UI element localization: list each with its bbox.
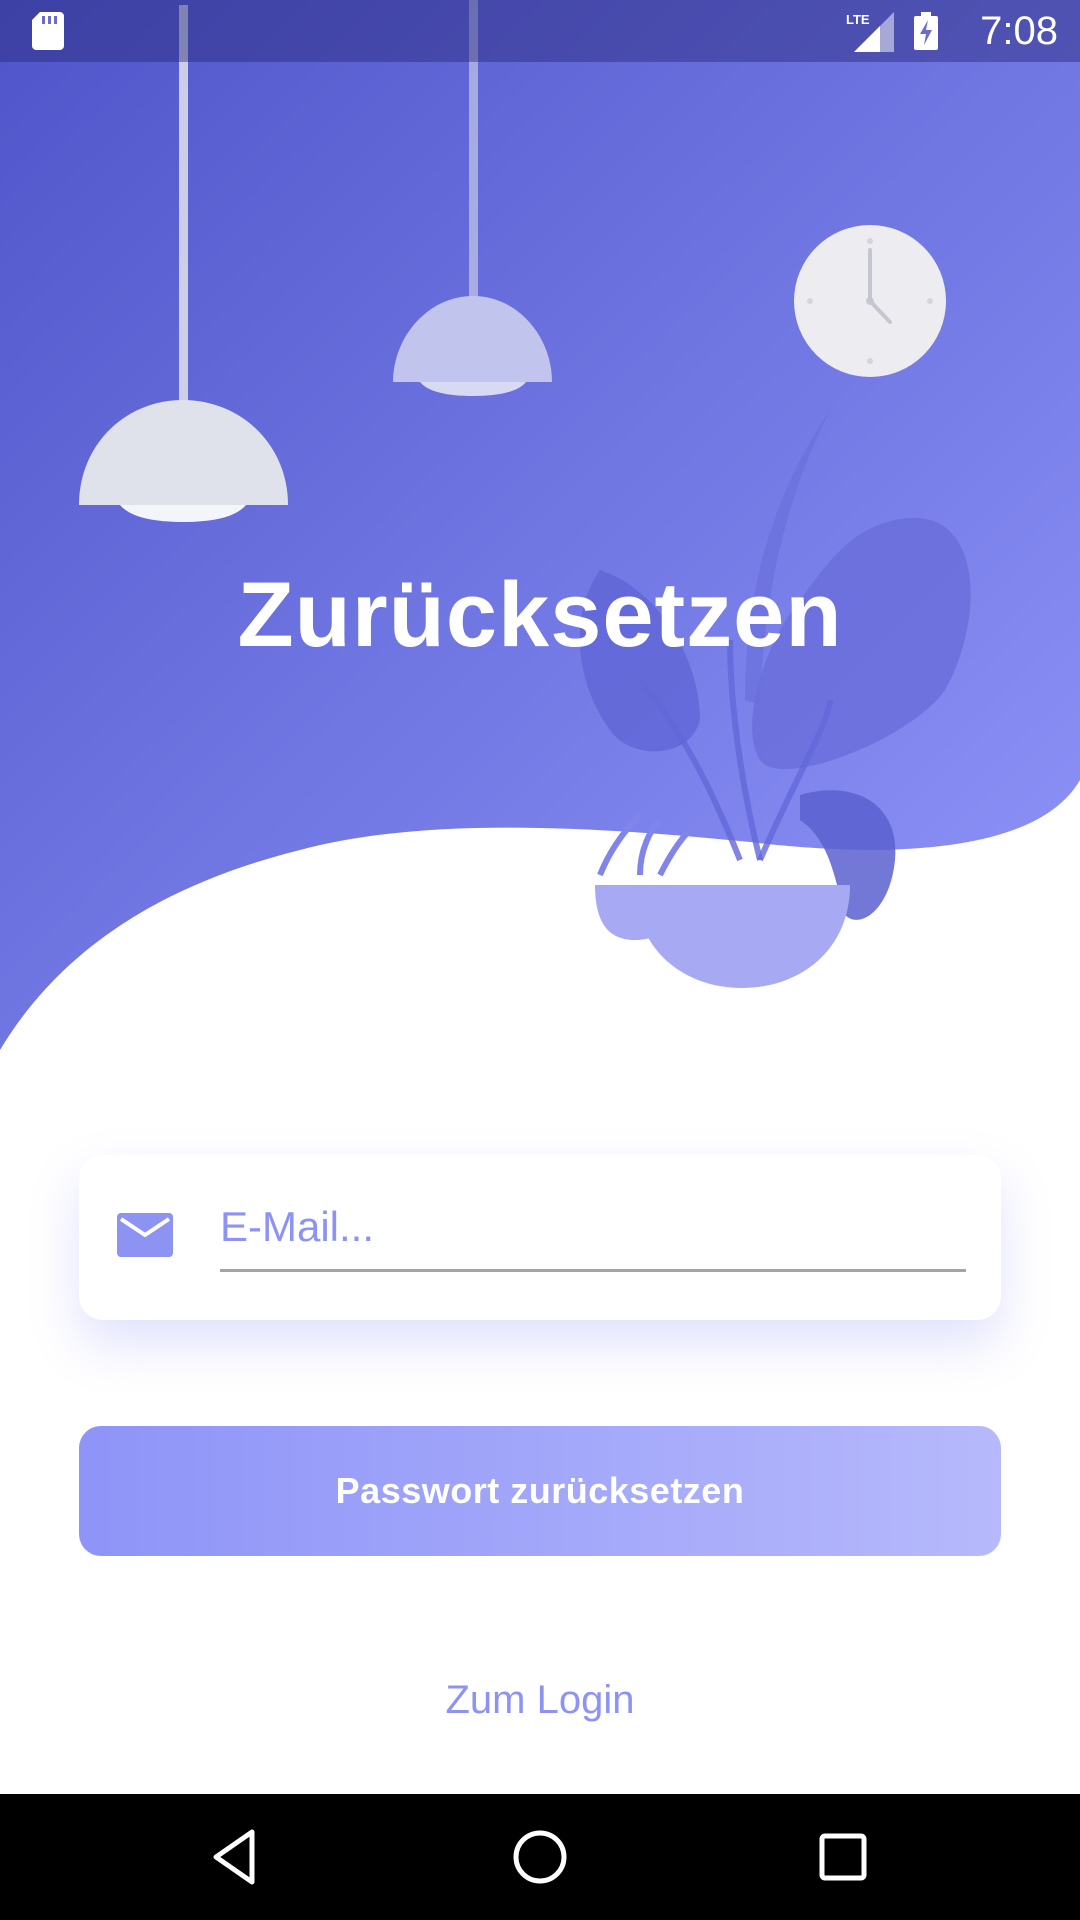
page-title: Zurücksetzen	[237, 564, 843, 666]
sd-card-icon	[32, 12, 64, 50]
network-label: LTE	[846, 12, 870, 27]
lte-signal-icon: LTE	[846, 12, 894, 52]
email-input[interactable]	[220, 1185, 966, 1272]
nav-bar	[0, 1794, 1080, 1920]
status-bar: LTE 7:08	[0, 0, 1080, 62]
home-icon[interactable]	[507, 1824, 573, 1890]
email-card	[79, 1155, 1001, 1320]
reset-password-button[interactable]: Passwort zurücksetzen	[79, 1426, 1001, 1556]
recents-icon[interactable]	[810, 1824, 876, 1890]
clock-icon	[794, 225, 946, 377]
hero-background	[0, 0, 1080, 1050]
mail-icon	[117, 1213, 173, 1257]
login-link[interactable]: Zum Login	[0, 1670, 1080, 1730]
status-time: 7:08	[980, 9, 1058, 53]
battery-charging-icon	[914, 12, 938, 50]
back-icon[interactable]	[204, 1824, 270, 1890]
